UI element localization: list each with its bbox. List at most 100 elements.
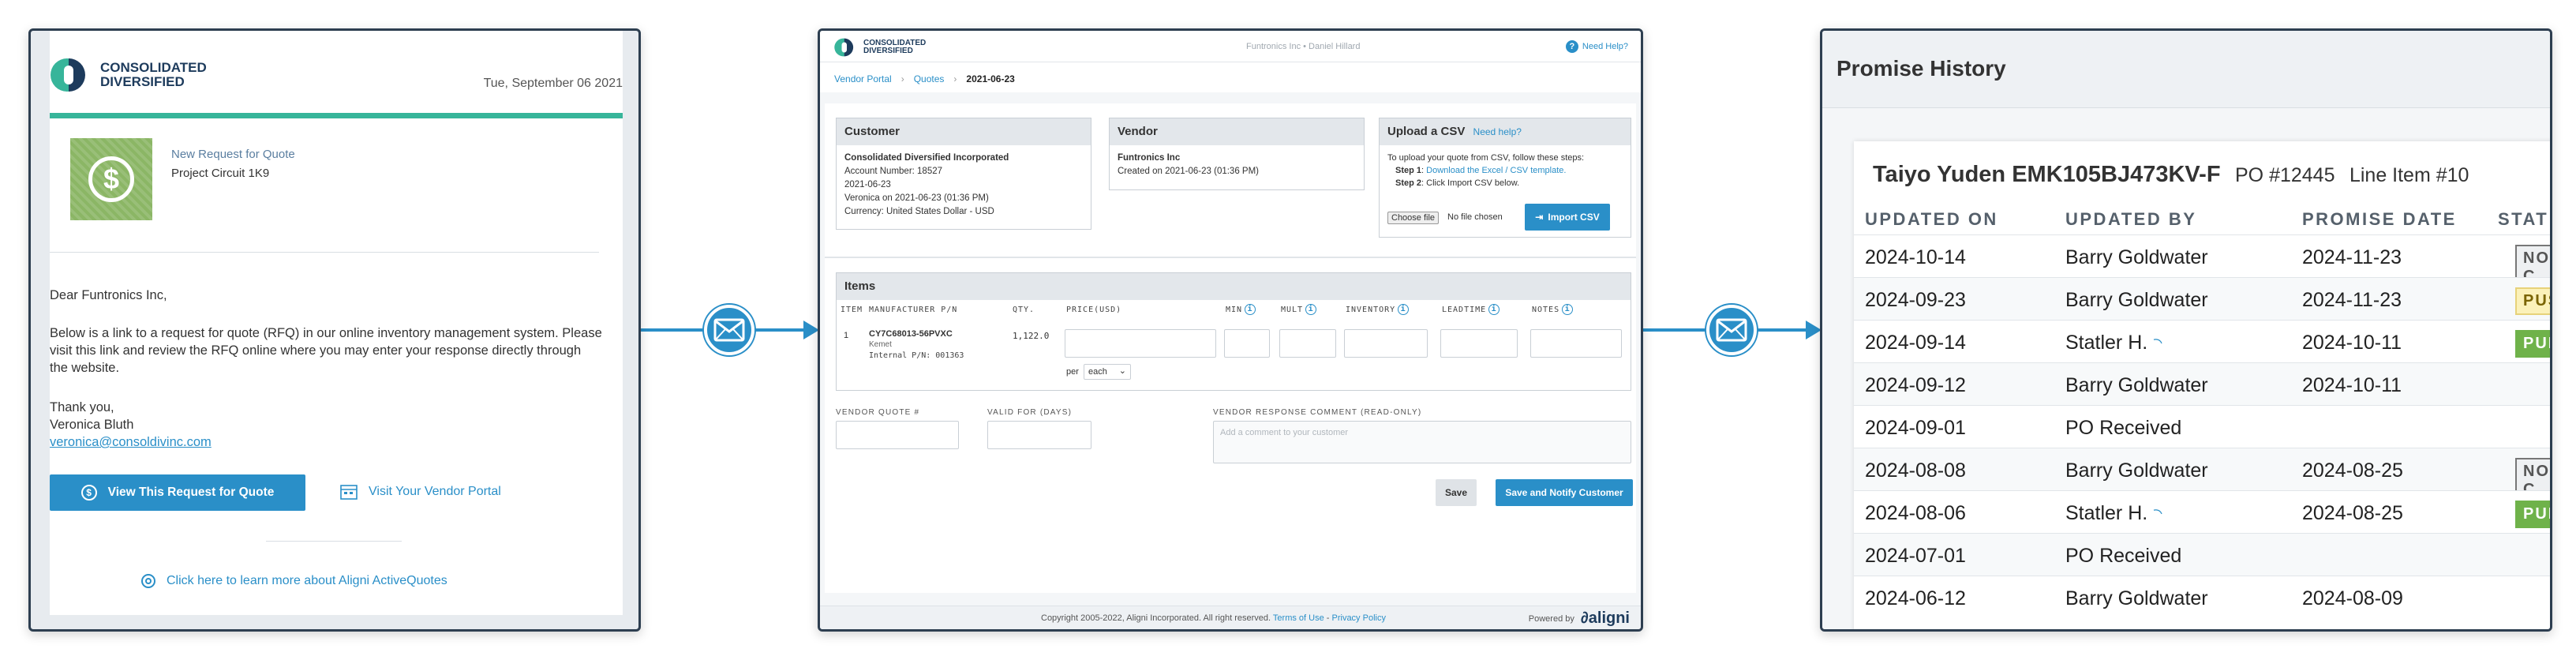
view-request-label: View This Request for Quote [107,486,275,499]
col-inventory-label: INVENTORY [1346,306,1396,314]
customer-name: Consolidated Diversified Incorporated [844,153,1009,163]
vendor-portal-link[interactable]: Visit Your Vendor Portal [340,484,501,500]
updated-on: 2024-09-01 [1865,417,1966,439]
divider [825,257,1636,258]
inventory-input[interactable] [1344,329,1428,358]
mail-icon [1706,305,1757,355]
info-icon[interactable]: i [1398,304,1410,315]
info-icon[interactable]: i [1305,304,1317,315]
updated-on: 2024-09-12 [1865,374,1966,396]
upload-csv-card: Upload a CSV Need help? To upload your q… [1379,118,1631,238]
updated-by: Barry Goldwater [2065,459,2208,482]
no-file-text: No file chosen [1447,212,1503,222]
greeting: Dear Funtronics Inc, [50,288,167,302]
vendor-card: Vendor Funtronics Inc Created on 2021-06… [1109,118,1365,190]
promise-date: 2024-08-25 [2302,502,2403,524]
choose-file-button[interactable]: Choose file [1387,212,1440,224]
learn-more-link[interactable]: Click here to learn more about Aligni Ac… [141,574,447,588]
save-notify-button[interactable]: Save and Notify Customer [1496,479,1633,506]
valid-for-label: VALID FOR (DAYS) [987,408,1073,417]
import-csv-button[interactable]: ⇥ Import CSV [1525,204,1610,231]
info-icon[interactable]: i [1245,304,1256,315]
upload-title: Upload a CSV [1387,125,1466,138]
updated-by: Statler H. ◝ [2065,332,2166,354]
updated-by: PO Received [2065,545,2182,567]
upload-header: Upload a CSV Need help? [1380,118,1631,145]
mult-input[interactable] [1279,329,1336,358]
signer-name: Veronica Bluth [50,418,134,432]
step2-label: Step 2 [1395,178,1422,188]
help-circle-icon [141,574,155,588]
vendor-created: Created on 2021-06-23 (01:36 PM) [1118,167,1259,176]
valid-for-input[interactable] [987,421,1091,449]
comment-placeholder: Add a comment to your customer [1220,428,1349,437]
notes-input[interactable] [1530,329,1622,358]
logo-mark-icon [834,38,854,57]
history-row: 2024-07-01 PO Received [1854,533,2550,576]
updated-on: 2024-06-12 [1865,587,1966,609]
comment-label: VENDOR RESPONSE COMMENT (READ-ONLY) [1213,408,1422,417]
price-input[interactable] [1065,329,1216,358]
upload-help-link[interactable]: Need help? [1473,126,1522,137]
updated-by: Barry Goldwater [2065,289,2208,311]
item-mpn: CY7C68013-56PVXC [869,329,953,339]
unit-value: each [1088,367,1107,377]
breadcrumb-vendor-portal[interactable]: Vendor Portal [834,73,892,84]
view-request-button[interactable]: $ View This Request for Quote [50,474,305,511]
col-min-label: MIN [1226,306,1243,314]
updated-on: 2024-08-06 [1865,502,1966,524]
info-icon[interactable]: i [1562,304,1574,315]
vendor-portal-window: CONSOLIDATED DIVERSIFIED Funtronics Inc … [818,28,1643,632]
need-help-label: Need Help? [1582,42,1628,51]
mail-icon [704,305,754,355]
company-logo: CONSOLIDATED DIVERSIFIED [50,56,207,94]
status-badge: PUL [2515,501,2550,528]
header-updated-on: UPDATED ON [1865,209,1998,229]
portal-header: CONSOLIDATED DIVERSIFIED Funtronics Inc … [820,31,1641,62]
chevron-right-icon: › [953,73,957,84]
save-button[interactable]: Save [1436,479,1477,506]
status-badge: PUS [2515,287,2550,315]
flow-arrow-2 [1806,321,1822,339]
col-mpn: MANUFACTURER P/N [869,306,958,314]
divider [266,541,402,542]
col-qty: QTY. [1013,306,1035,314]
copyright: Copyright 2005-2022, Aligni Incorporated… [1041,613,1271,623]
item-qty: 1,122.0 [1013,331,1050,341]
min-input[interactable] [1224,329,1270,358]
promise-date: 2024-10-11 [2302,374,2402,396]
history-row: 2024-09-14 Statler H.◝ 2024-10-11 PUL [1854,320,2550,362]
promise-date: 2024-11-23 [2302,289,2402,311]
updated-on: 2024-10-14 [1865,246,1966,268]
account-number: Account Number: 18527 [844,167,943,176]
updated-on: 2024-09-14 [1865,332,1966,354]
import-icon: ⇥ [1535,212,1544,223]
comment-textarea[interactable]: Add a comment to your customer [1213,421,1631,463]
need-help-link[interactable]: ? Need Help? [1565,40,1628,53]
currency: Currency: United States Dollar - USD [844,207,994,216]
signer-email-link[interactable]: veronica@consoldivinc.com [50,435,212,450]
promise-date: 2024-08-09 [2302,587,2403,609]
info-icon[interactable]: i [1488,304,1500,315]
vendor-quote-input[interactable] [836,421,959,449]
breadcrumb-quotes[interactable]: Quotes [914,73,945,84]
thanks: Thank you, [50,400,114,414]
item-maker: Kemet [869,340,892,349]
user-info: Funtronics Inc • Daniel Hillard [1246,42,1361,51]
breadcrumb-current: 2021-06-23 [966,73,1015,84]
privacy-link[interactable]: Privacy Policy [1332,613,1386,623]
unit-select[interactable]: each ⌄ [1084,364,1131,380]
terms-link[interactable]: Terms of Use [1273,613,1324,623]
promise-history-window: Promise History Taiyo Yuden EMK105BJ473K… [1820,28,2552,632]
line-item: Line Item #10 [2349,164,2469,186]
history-row: 2024-08-08 Barry Goldwater 2024-08-25 NO C [1854,448,2550,504]
accent-bar [50,113,623,118]
signal-icon: ◝ [2152,503,2166,524]
promise-date: 2024-10-11 [2302,332,2402,354]
per-label: per [1066,367,1079,377]
aligni-brand: aligni [1588,609,1630,627]
download-template-link[interactable]: Download the Excel / CSV template. [1426,166,1566,175]
leadtime-input[interactable] [1440,329,1518,358]
history-row: 2024-09-01 PO Received [1854,405,2550,448]
company-logo: CONSOLIDATED DIVERSIFIED [833,37,926,58]
